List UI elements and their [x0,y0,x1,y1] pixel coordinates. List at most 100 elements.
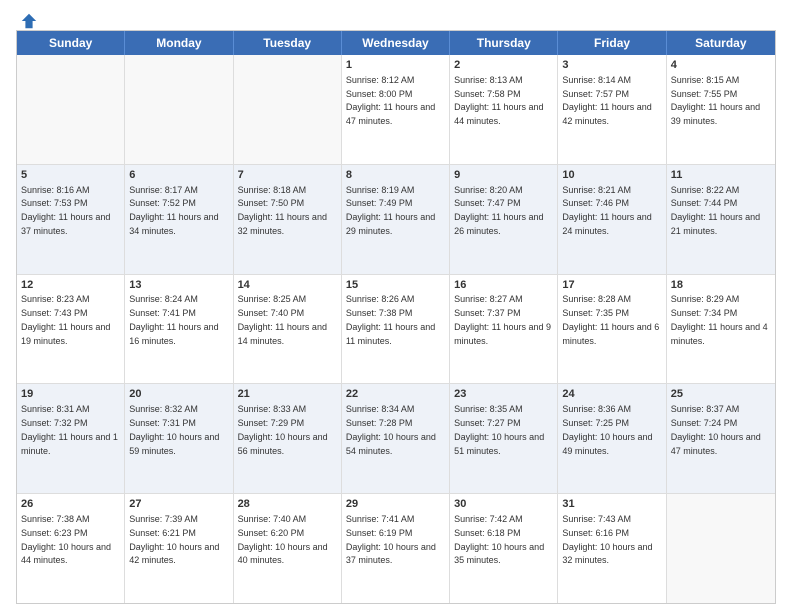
logo [16,12,38,26]
calendar-cell: 1 Sunrise: 8:12 AM Sunset: 8:00 PM Daylig… [342,55,450,164]
cell-text: Sunrise: 8:23 AM Sunset: 7:43 PM Dayligh… [21,294,113,345]
cell-text: Sunrise: 8:31 AM Sunset: 7:32 PM Dayligh… [21,404,120,455]
day-number: 14 [238,278,337,293]
calendar-cell: 9 Sunrise: 8:20 AM Sunset: 7:47 PM Daylig… [450,165,558,274]
cell-text: Sunrise: 7:42 AM Sunset: 6:18 PM Dayligh… [454,514,547,565]
logo-icon [20,12,38,30]
weekday-header: Tuesday [234,31,342,55]
calendar-cell: 14Sunrise: 8:25 AM Sunset: 7:40 PM Dayli… [234,275,342,384]
calendar-cell [17,55,125,164]
day-number: 25 [671,387,771,402]
cell-text: Sunrise: 8:34 AM Sunset: 7:28 PM Dayligh… [346,404,439,455]
day-number: 30 [454,497,553,512]
header [16,12,776,26]
calendar-cell: 6 Sunrise: 8:17 AM Sunset: 7:52 PM Daylig… [125,165,233,274]
calendar-cell: 19 Sunrise: 8:31 AM Sunset: 7:32 PM Dayli… [17,384,125,493]
cell-text: Sunrise: 8:32 AM Sunset: 7:31 PM Dayligh… [129,404,222,455]
weekday-header: Monday [125,31,233,55]
day-number: 6 [129,168,228,183]
day-number: 11 [671,168,771,183]
calendar-body: 1 Sunrise: 8:12 AM Sunset: 8:00 PM Daylig… [17,55,775,603]
day-number: 1 [346,58,445,73]
day-number: 24 [562,387,661,402]
cell-text: Sunrise: 8:22 AM Sunset: 7:44 PM Dayligh… [671,185,763,236]
day-number: 13 [129,278,228,293]
calendar-cell: 12Sunrise: 8:23 AM Sunset: 7:43 PM Dayli… [17,275,125,384]
day-number: 23 [454,387,553,402]
calendar-cell: 7 Sunrise: 8:18 AM Sunset: 7:50 PM Daylig… [234,165,342,274]
day-number: 18 [671,278,771,293]
cell-text: Sunrise: 8:14 AM Sunset: 7:57 PM Dayligh… [562,75,654,126]
calendar-cell: 8Sunrise: 8:19 AM Sunset: 7:49 PM Daylig… [342,165,450,274]
day-number: 21 [238,387,337,402]
cell-text: Sunrise: 8:36 AM Sunset: 7:25 PM Dayligh… [562,404,655,455]
cell-text: Sunrise: 8:26 AM Sunset: 7:38 PM Dayligh… [346,294,438,345]
calendar-cell [125,55,233,164]
calendar-cell: 2Sunrise: 8:13 AM Sunset: 7:58 PM Daylig… [450,55,558,164]
day-number: 9 [454,168,553,183]
calendar-cell: 13Sunrise: 8:24 AM Sunset: 7:41 PM Dayli… [125,275,233,384]
calendar-cell: 18Sunrise: 8:29 AM Sunset: 7:34 PM Dayli… [667,275,775,384]
calendar-cell: 28 Sunrise: 7:40 AM Sunset: 6:20 PM Dayli… [234,494,342,603]
cell-text: Sunrise: 7:41 AM Sunset: 6:19 PM Dayligh… [346,514,439,565]
calendar-cell: 10 Sunrise: 8:21 AM Sunset: 7:46 PM Dayli… [558,165,666,274]
day-number: 19 [21,387,120,402]
cell-text: Sunrise: 8:24 AM Sunset: 7:41 PM Dayligh… [129,294,221,345]
calendar-cell: 20Sunrise: 8:32 AM Sunset: 7:31 PM Dayli… [125,384,233,493]
cell-text: Sunrise: 8:12 AM Sunset: 8:00 PM Dayligh… [346,75,438,126]
day-number: 16 [454,278,553,293]
calendar-cell: 3Sunrise: 8:14 AM Sunset: 7:57 PM Daylig… [558,55,666,164]
calendar-cell: 16Sunrise: 8:27 AM Sunset: 7:37 PM Dayli… [450,275,558,384]
weekday-header: Thursday [450,31,558,55]
cell-text: Sunrise: 7:39 AM Sunset: 6:21 PM Dayligh… [129,514,222,565]
calendar-cell: 5 Sunrise: 8:16 AM Sunset: 7:53 PM Daylig… [17,165,125,274]
cell-text: Sunrise: 8:37 AM Sunset: 7:24 PM Dayligh… [671,404,764,455]
calendar-cell [667,494,775,603]
calendar-row: 5 Sunrise: 8:16 AM Sunset: 7:53 PM Daylig… [17,165,775,275]
cell-text: Sunrise: 8:27 AM Sunset: 7:37 PM Dayligh… [454,294,553,345]
day-number: 29 [346,497,445,512]
calendar-cell: 30 Sunrise: 7:42 AM Sunset: 6:18 PM Dayli… [450,494,558,603]
calendar-header: SundayMondayTuesdayWednesdayThursdayFrid… [17,31,775,55]
cell-text: Sunrise: 7:40 AM Sunset: 6:20 PM Dayligh… [238,514,331,565]
day-number: 10 [562,168,661,183]
cell-text: Sunrise: 8:15 AM Sunset: 7:55 PM Dayligh… [671,75,763,126]
weekday-header: Saturday [667,31,775,55]
day-number: 17 [562,278,661,293]
cell-text: Sunrise: 8:25 AM Sunset: 7:40 PM Dayligh… [238,294,330,345]
cell-text: Sunrise: 7:38 AM Sunset: 6:23 PM Dayligh… [21,514,114,565]
calendar-cell: 27 Sunrise: 7:39 AM Sunset: 6:21 PM Dayli… [125,494,233,603]
cell-text: Sunrise: 8:21 AM Sunset: 7:46 PM Dayligh… [562,185,654,236]
calendar-cell: 25 Sunrise: 8:37 AM Sunset: 7:24 PM Dayli… [667,384,775,493]
day-number: 5 [21,168,120,183]
cell-text: Sunrise: 8:33 AM Sunset: 7:29 PM Dayligh… [238,404,331,455]
cell-text: Sunrise: 8:29 AM Sunset: 7:34 PM Dayligh… [671,294,770,345]
calendar-cell: 29 Sunrise: 7:41 AM Sunset: 6:19 PM Dayli… [342,494,450,603]
cell-text: Sunrise: 8:28 AM Sunset: 7:35 PM Dayligh… [562,294,661,345]
cell-text: Sunrise: 8:17 AM Sunset: 7:52 PM Dayligh… [129,185,221,236]
weekday-header: Sunday [17,31,125,55]
day-number: 4 [671,58,771,73]
day-number: 31 [562,497,661,512]
calendar-cell: 4 Sunrise: 8:15 AM Sunset: 7:55 PM Daylig… [667,55,775,164]
calendar-cell: 31 Sunrise: 7:43 AM Sunset: 6:16 PM Dayli… [558,494,666,603]
day-number: 8 [346,168,445,183]
calendar-cell: 15Sunrise: 8:26 AM Sunset: 7:38 PM Dayli… [342,275,450,384]
calendar-cell: 26Sunrise: 7:38 AM Sunset: 6:23 PM Dayli… [17,494,125,603]
cell-text: Sunrise: 8:35 AM Sunset: 7:27 PM Dayligh… [454,404,547,455]
cell-text: Sunrise: 8:16 AM Sunset: 7:53 PM Dayligh… [21,185,113,236]
cell-text: Sunrise: 8:20 AM Sunset: 7:47 PM Dayligh… [454,185,546,236]
calendar-cell: 23 Sunrise: 8:35 AM Sunset: 7:27 PM Dayli… [450,384,558,493]
day-number: 7 [238,168,337,183]
day-number: 28 [238,497,337,512]
calendar-cell: 22Sunrise: 8:34 AM Sunset: 7:28 PM Dayli… [342,384,450,493]
page: SundayMondayTuesdayWednesdayThursdayFrid… [0,0,792,612]
day-number: 27 [129,497,228,512]
cell-text: Sunrise: 7:43 AM Sunset: 6:16 PM Dayligh… [562,514,655,565]
calendar-row: 19 Sunrise: 8:31 AM Sunset: 7:32 PM Dayli… [17,384,775,494]
cell-text: Sunrise: 8:18 AM Sunset: 7:50 PM Dayligh… [238,185,330,236]
calendar-cell [234,55,342,164]
day-number: 12 [21,278,120,293]
day-number: 2 [454,58,553,73]
calendar-cell: 24 Sunrise: 8:36 AM Sunset: 7:25 PM Dayli… [558,384,666,493]
